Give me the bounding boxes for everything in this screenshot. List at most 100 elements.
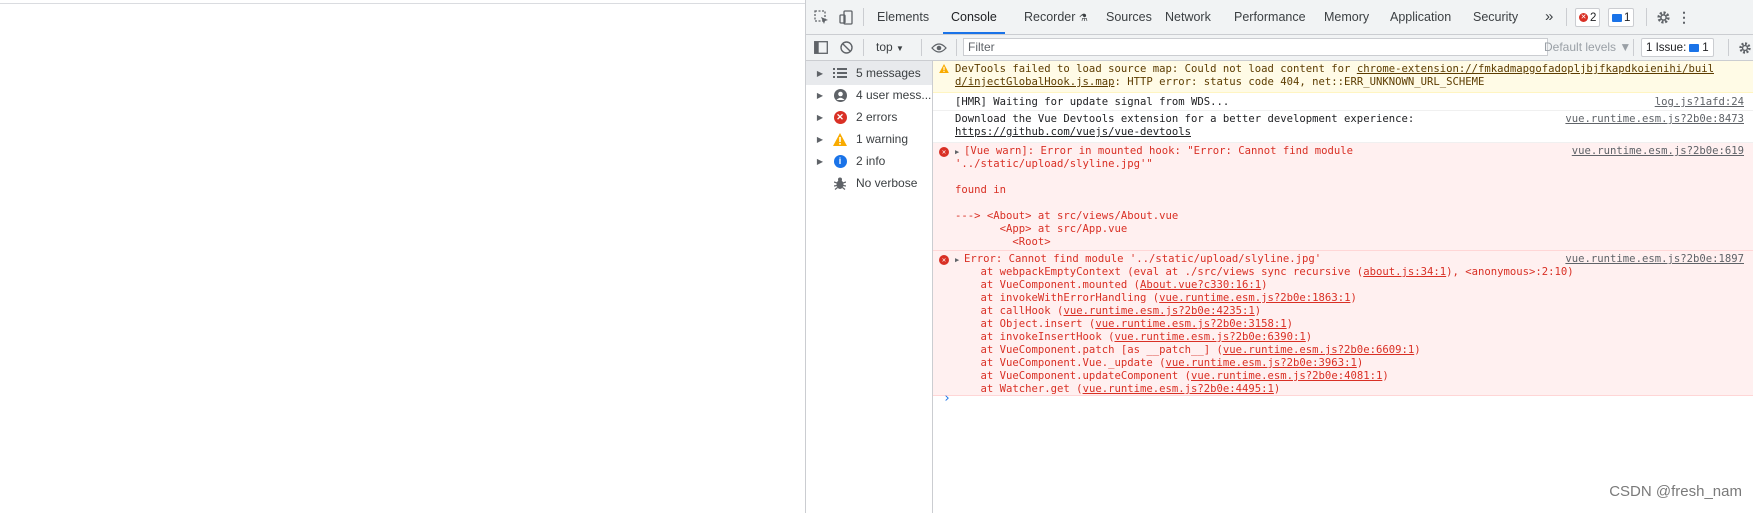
tab-elements[interactable]: Elements — [877, 0, 929, 34]
source-link[interactable]: vue.runtime.esm.js?2b0e:619 — [1572, 145, 1744, 157]
tab-recorder-label: Recorder — [1024, 10, 1076, 24]
toolbar-divider — [863, 8, 864, 26]
issues-button[interactable]: 1 Issue: 1 — [1641, 38, 1714, 57]
message-text-part: DevTools failed to load source map: Coul… — [955, 63, 1357, 75]
message-text: ---> <About> at src/views/About.vue — [955, 210, 1179, 222]
error-icon: ✕ — [830, 110, 850, 124]
user-icon — [830, 88, 850, 102]
more-options-icon[interactable]: ⋮ — [1677, 8, 1691, 26]
tab-console[interactable]: Console — [943, 0, 1005, 34]
stack-frame-text: ) — [1286, 318, 1294, 330]
expand-arrow-icon[interactable]: ▶ — [955, 256, 959, 264]
stack-frame-link[interactable]: vue.runtime.esm.js?2b0e:4235:1 — [1063, 305, 1254, 317]
console-message-log[interactable]: Download the Vue Devtools extension for … — [933, 111, 1753, 143]
error-count-badge[interactable]: ✕ 2 — [1575, 8, 1601, 27]
show-sidebar-icon[interactable] — [812, 39, 830, 56]
toolbar-divider — [863, 39, 864, 56]
stack-frame-text: at VueComponent.patch [as __patch__] ( — [955, 344, 1223, 356]
filter-input[interactable]: Filter — [963, 38, 1548, 56]
settings-gear-icon[interactable] — [1654, 8, 1672, 26]
stack-frame-text: ) — [1261, 279, 1268, 291]
devtools-link[interactable]: https://github.com/vuejs/vue-devtools — [955, 126, 1191, 138]
sidebar-item-verbose[interactable]: No verbose — [806, 171, 932, 195]
error-icon: ✕ — [939, 255, 949, 265]
tab-sources[interactable]: Sources — [1106, 0, 1152, 34]
tab-network[interactable]: Network — [1165, 0, 1211, 34]
stack-frame: at invokeInsertHook (vue.runtime.esm.js?… — [955, 331, 1313, 343]
warning-icon — [830, 132, 850, 146]
message-text: DevTools failed to load source map: Coul… — [955, 63, 1714, 75]
message-icon — [1612, 13, 1622, 22]
stack-frame: at callHook (vue.runtime.esm.js?2b0e:423… — [955, 305, 1262, 317]
stack-frame-link[interactable]: vue.runtime.esm.js?2b0e:1863:1 — [1159, 292, 1350, 304]
source-map-link[interactable]: d/injectGlobalHook.js.map — [955, 76, 1114, 88]
console-message-error[interactable]: ✕ ▶ Error: Cannot find module '../static… — [933, 251, 1753, 396]
stack-frame-text: at VueComponent.updateComponent ( — [955, 370, 1192, 382]
message-text: '../static/upload/slyline.jpg'" — [955, 158, 1153, 170]
message-count: 1 — [1624, 11, 1631, 24]
stack-frame-link[interactable]: vue.runtime.esm.js?2b0e:4495:1 — [1083, 383, 1274, 395]
stack-frame: at VueComponent.Vue._update (vue.runtime… — [955, 357, 1364, 369]
sidebar-item-label: 5 messages — [856, 66, 921, 80]
expand-arrow-icon: ▶ — [816, 90, 824, 100]
stack-frame-text: ) — [1350, 292, 1357, 304]
stack-frame-link[interactable]: About.vue?c330:16:1 — [1140, 279, 1261, 291]
console-message-error[interactable]: ✕ ▶ [Vue warn]: Error in mounted hook: "… — [933, 143, 1753, 251]
stack-frame-link[interactable]: vue.runtime.esm.js?2b0e:4081:1 — [1191, 370, 1382, 382]
eye-icon[interactable] — [929, 39, 949, 56]
stack-frame: at Object.insert (vue.runtime.esm.js?2b0… — [955, 318, 1294, 330]
stack-frame: at VueComponent.mounted (About.vue?c330:… — [955, 279, 1268, 291]
expand-arrow-icon[interactable]: ▶ — [955, 148, 959, 156]
tab-performance[interactable]: Performance — [1234, 0, 1306, 34]
sidebar-item-info[interactable]: ▶ i 2 info — [806, 149, 932, 173]
sidebar-item-label: 2 info — [856, 154, 886, 168]
sidebar-item-warnings[interactable]: ▶ 1 warning — [806, 127, 932, 151]
toolbar-divider — [1566, 8, 1567, 26]
device-toolbar-icon[interactable] — [837, 8, 855, 26]
error-icon: ✕ — [1579, 13, 1588, 22]
source-link[interactable]: log.js?1afd:24 — [1655, 96, 1744, 108]
sidebar-item-label: 2 errors — [856, 110, 898, 124]
context-label: top — [876, 40, 893, 54]
source-link[interactable]: vue.runtime.esm.js?2b0e:1897 — [1565, 253, 1744, 265]
error-icon: ✕ — [939, 147, 949, 157]
message-text: [HMR] Waiting for update signal from WDS… — [955, 96, 1230, 108]
message-icon — [1689, 43, 1700, 52]
console-message-log[interactable]: [HMR] Waiting for update signal from WDS… — [933, 93, 1753, 111]
stack-frame-link[interactable]: about.js:34:1 — [1363, 266, 1446, 278]
console-prompt-icon[interactable]: › — [943, 391, 951, 406]
console-toolbar: top ▼ Filter Default levels ▼ 1 Issue: 1 — [806, 35, 1753, 61]
message-text: <Root> — [955, 236, 1051, 248]
tab-memory[interactable]: Memory — [1324, 0, 1369, 34]
console-sidebar: ▶ 5 messages ▶ 4 user mess... ▶ ✕ 2 erro… — [806, 61, 933, 513]
log-levels-dropdown[interactable]: Default levels ▼ — [1544, 40, 1631, 54]
stack-frame: at webpackEmptyContext (eval at ./src/vi… — [955, 266, 1574, 278]
console-message-warning[interactable]: DevTools failed to load source map: Coul… — [933, 61, 1753, 93]
context-selector[interactable]: top ▼ — [876, 40, 904, 54]
list-icon — [830, 68, 850, 78]
expand-arrow-icon: ▶ — [816, 68, 824, 78]
source-map-link[interactable]: chrome-extension://fmkadmapgofadopljbjfk… — [1357, 63, 1714, 75]
sidebar-item-label: No verbose — [856, 176, 918, 190]
inspect-element-icon[interactable] — [812, 8, 830, 26]
more-tabs-button[interactable]: » — [1545, 0, 1553, 34]
message-text: d/injectGlobalHook.js.map: HTTP error: s… — [955, 76, 1484, 88]
tab-recorder[interactable]: Recorder ⚗ — [1024, 0, 1088, 34]
devtools-tab-bar: Elements Console Recorder ⚗ Sources Netw… — [806, 0, 1753, 35]
stack-frame-link[interactable]: vue.runtime.esm.js?2b0e:6609:1 — [1223, 344, 1414, 356]
tab-application[interactable]: Application — [1390, 0, 1451, 34]
stack-frame-text: ), <anonymous>:2:10) — [1446, 266, 1574, 278]
tab-security[interactable]: Security — [1473, 0, 1518, 34]
stack-frame-link[interactable]: vue.runtime.esm.js?2b0e:6390:1 — [1114, 331, 1305, 343]
stack-frame-link[interactable]: vue.runtime.esm.js?2b0e:3963:1 — [1165, 357, 1356, 369]
sidebar-item-errors[interactable]: ▶ ✕ 2 errors — [806, 105, 932, 129]
console-settings-gear-icon[interactable] — [1736, 39, 1753, 56]
stack-frame: at Watcher.get (vue.runtime.esm.js?2b0e:… — [955, 383, 1281, 395]
source-link[interactable]: vue.runtime.esm.js?2b0e:8473 — [1565, 113, 1744, 125]
sidebar-item-messages[interactable]: ▶ 5 messages — [806, 61, 932, 85]
stack-frame-text: at Object.insert ( — [955, 318, 1096, 330]
stack-frame-link[interactable]: vue.runtime.esm.js?2b0e:3158:1 — [1095, 318, 1286, 330]
message-count-badge[interactable]: 1 — [1608, 8, 1635, 27]
clear-console-icon[interactable] — [837, 39, 855, 56]
sidebar-item-user-messages[interactable]: ▶ 4 user mess... — [806, 83, 932, 107]
